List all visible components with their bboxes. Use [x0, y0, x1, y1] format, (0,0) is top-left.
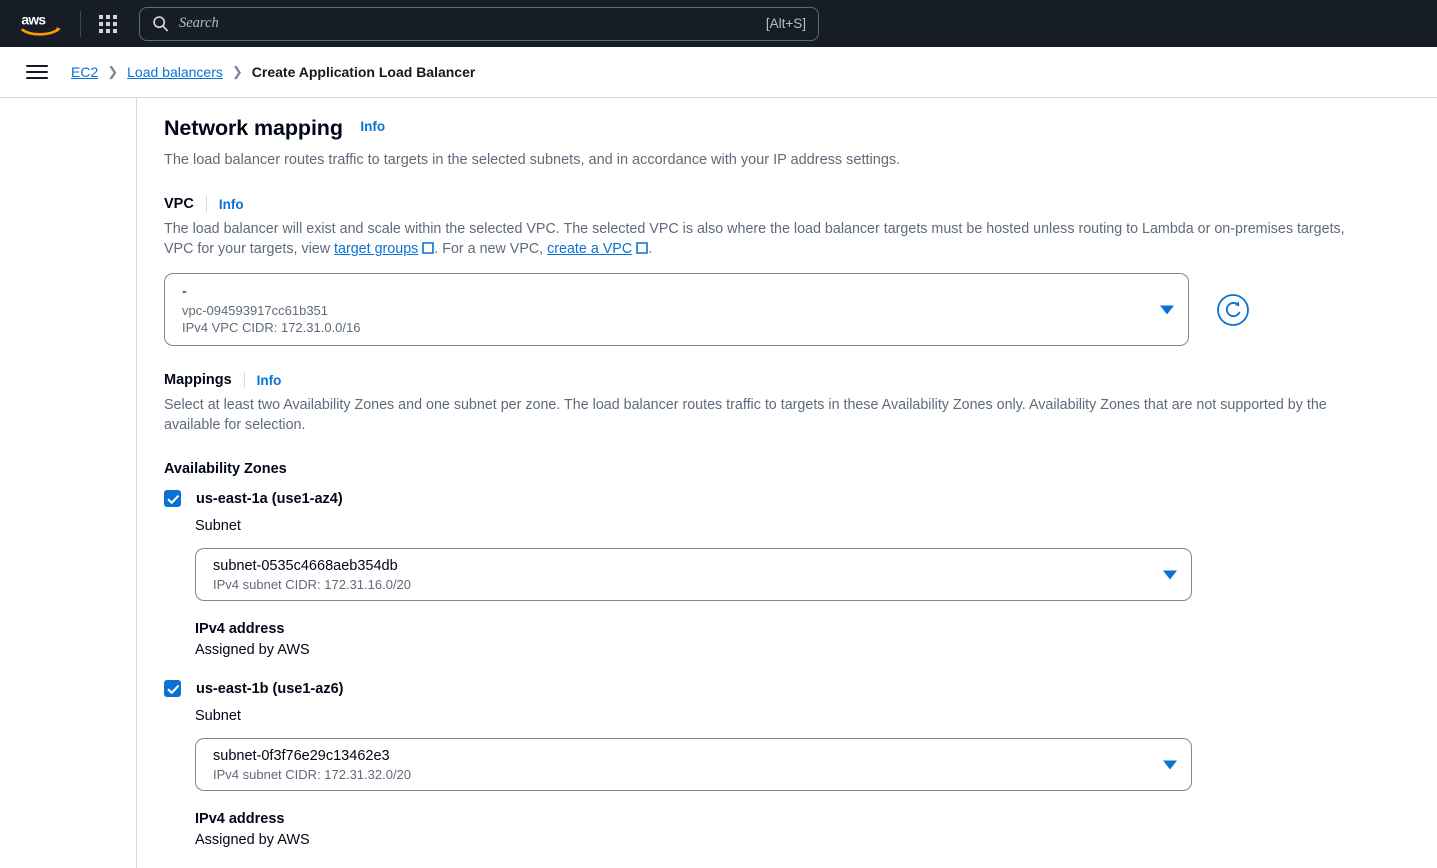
vpc-select-value: - — [182, 284, 187, 300]
mappings-label: Mappings — [164, 372, 232, 388]
nav-divider — [80, 10, 81, 37]
az-name: us-east-1b (use1-az6) — [196, 680, 344, 697]
ipv4-address-value: Assigned by AWS — [195, 832, 310, 848]
subnet-select[interactable]: subnet-0535c4668aeb354db IPv4 subnet CID… — [195, 548, 1192, 601]
network-mapping-info-link[interactable]: Info — [360, 119, 385, 134]
subnet-select[interactable]: subnet-0f3f76e29c13462e3 IPv4 subnet CID… — [195, 738, 1192, 791]
chevron-down-icon[interactable] — [1160, 305, 1174, 314]
search-shortcut-hint: [Alt+S] — [765, 16, 806, 31]
vpc-select[interactable]: - vpc-094593917cc61b351 IPv4 VPC CIDR: 1… — [164, 273, 1189, 346]
external-link-icon — [422, 240, 435, 254]
az-body: Subnet subnet-0535c4668aeb354db IPv4 sub… — [195, 518, 1437, 658]
vpc-field-header: VPC Info — [164, 196, 1437, 212]
search-icon — [152, 15, 169, 32]
mappings-field: Mappings Info Select at least two Availa… — [164, 372, 1437, 868]
left-side-panel — [0, 98, 137, 868]
label-divider — [205, 196, 207, 212]
ipv4-address-label: IPv4 address — [195, 621, 285, 637]
az-checkbox[interactable] — [164, 490, 181, 507]
az-body: Subnet subnet-0f3f76e29c13462e3 IPv4 sub… — [195, 708, 1437, 848]
mappings-info-link[interactable]: Info — [257, 373, 282, 388]
page-shell: Network mapping Info The load balancer r… — [0, 98, 1437, 868]
subnet-label: Subnet — [195, 518, 241, 534]
ipv4-address-value: Assigned by AWS — [195, 642, 310, 658]
breadcrumb-item-load-balancers[interactable]: Load balancers — [127, 64, 223, 80]
create-a-vpc-link[interactable]: create a VPC — [547, 241, 632, 257]
mappings-description-line-1: Select at least two Availability Zones a… — [164, 397, 1327, 413]
subnet-select-value: subnet-0f3f76e29c13462e3 — [213, 747, 390, 764]
breadcrumb-separator-icon: ❯ — [231, 64, 243, 79]
breadcrumb: EC2 ❯ Load balancers ❯ Create Applicatio… — [71, 64, 475, 80]
vpc-description: The load balancer will exist and scale w… — [164, 219, 1437, 259]
aws-logo[interactable]: aws — [20, 9, 66, 39]
vpc-label: VPC — [164, 196, 194, 212]
availability-zone-checkbox-row[interactable]: us-east-1b (use1-az6) — [164, 680, 1437, 697]
availability-zone-block: us-east-1b (use1-az6) Subnet subnet-0f3f… — [164, 680, 1437, 848]
svg-text:aws: aws — [21, 12, 46, 27]
subnet-label: Subnet — [195, 708, 241, 724]
main-content: Network mapping Info The load balancer r… — [137, 98, 1437, 868]
page-title: Network mapping — [164, 116, 343, 140]
app-grid-icon[interactable] — [95, 11, 121, 37]
mappings-description-line-2: available for selection. — [164, 417, 306, 433]
az-checkbox[interactable] — [164, 680, 181, 697]
target-groups-link[interactable]: target groups — [334, 241, 418, 257]
vpc-description-line-2: VPC for your targets, view target groups… — [164, 239, 1437, 259]
external-link-icon — [636, 240, 648, 254]
vpc-description-line-2-mid: . For a new VPC, — [434, 241, 548, 257]
search-placeholder: Search — [179, 15, 219, 31]
mappings-description: Select at least two Availability Zones a… — [164, 395, 1437, 435]
breadcrumb-separator-icon: ❯ — [107, 64, 119, 79]
az-name: us-east-1a (use1-az4) — [196, 490, 343, 507]
subnet-select-cidr: IPv4 subnet CIDR: 172.31.16.0/20 — [213, 576, 412, 592]
hamburger-menu-icon[interactable] — [26, 61, 48, 83]
vpc-info-link[interactable]: Info — [219, 197, 244, 212]
section-description: The load balancer routes traffic to targ… — [164, 152, 901, 168]
chevron-down-icon[interactable] — [1163, 570, 1177, 579]
subnet-select-value: subnet-0535c4668aeb354db — [213, 557, 398, 574]
breadcrumb-bar: EC2 ❯ Load balancers ❯ Create Applicatio… — [0, 47, 1437, 98]
vpc-description-line-2-pre: VPC for your targets, view — [164, 241, 335, 257]
ipv4-address-label: IPv4 address — [195, 811, 285, 827]
breadcrumb-item-ec2[interactable]: EC2 — [71, 64, 98, 80]
vpc-field: VPC Info The load balancer will exist an… — [164, 196, 1437, 346]
label-divider — [243, 372, 245, 388]
subnet-select-row: subnet-0f3f76e29c13462e3 IPv4 subnet CID… — [195, 738, 1437, 791]
availability-zone-block: us-east-1a (use1-az4) Subnet subnet-0535… — [164, 490, 1437, 658]
availability-zones-title: Availability Zones — [164, 461, 287, 477]
breadcrumb-item-current: Create Application Load Balancer — [251, 64, 476, 80]
mappings-field-header: Mappings Info — [164, 372, 1437, 388]
top-navigation-bar: aws Search [Alt+S] — [0, 0, 1437, 47]
section-header: Network mapping Info — [164, 116, 1437, 141]
vpc-select-row: - vpc-094593917cc61b351 IPv4 VPC CIDR: 1… — [164, 273, 1437, 346]
subnet-select-row: subnet-0535c4668aeb354db IPv4 subnet CID… — [195, 548, 1437, 601]
vpc-select-id: vpc-094593917cc61b351 — [182, 303, 329, 318]
vpc-description-line-2-post: . — [648, 241, 653, 257]
chevron-down-icon[interactable] — [1163, 760, 1177, 769]
refresh-button[interactable] — [1216, 293, 1250, 327]
search-input[interactable]: Search [Alt+S] — [139, 6, 819, 41]
subnet-select-cidr: IPv4 subnet CIDR: 172.31.32.0/20 — [213, 766, 412, 782]
availability-zone-checkbox-row[interactable]: us-east-1a (use1-az4) — [164, 490, 1437, 507]
vpc-select-cidr: IPv4 VPC CIDR: 172.31.0.0/16 — [182, 320, 361, 335]
vpc-description-line-1: The load balancer will exist and scale w… — [164, 221, 1345, 237]
